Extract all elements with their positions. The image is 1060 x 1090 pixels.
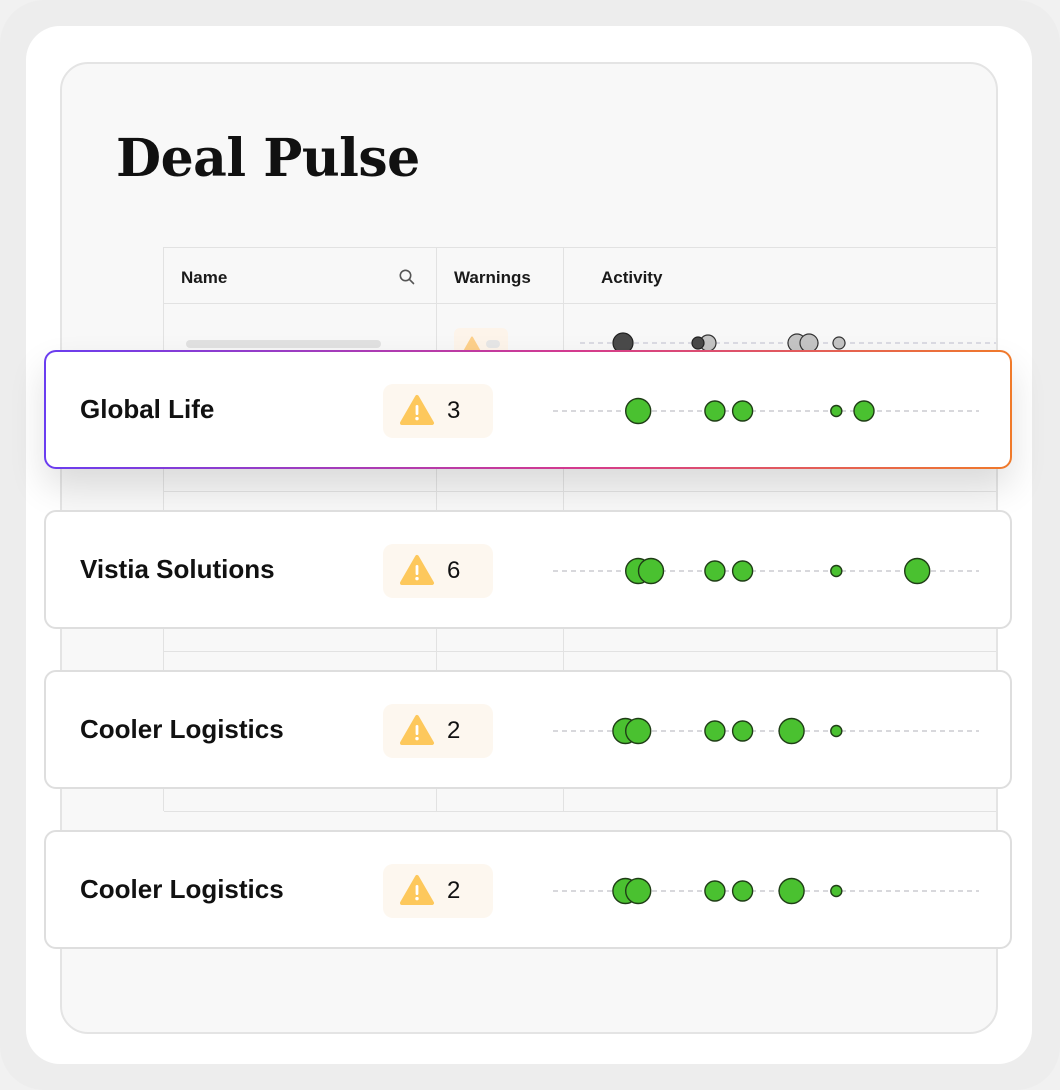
activity-dot[interactable] (830, 404, 843, 418)
activity-dot[interactable] (731, 720, 754, 742)
activity-dot[interactable] (830, 724, 843, 738)
deal-card[interactable]: Cooler Logistics 2 (44, 830, 1012, 949)
activity-dot[interactable] (637, 557, 665, 585)
activity-dot[interactable] (731, 560, 754, 582)
column-header-name[interactable]: Name (181, 268, 227, 288)
search-icon[interactable] (398, 268, 416, 286)
warning-icon (400, 715, 434, 745)
deal-name[interactable]: Cooler Logistics (80, 832, 284, 947)
activity-dot[interactable] (731, 880, 754, 902)
column-header-warnings[interactable]: Warnings (454, 268, 531, 288)
activity-dot (832, 336, 846, 350)
deal-name[interactable]: Global Life (80, 352, 214, 467)
warning-badge[interactable]: 2 (383, 864, 493, 918)
activity-dot[interactable] (904, 557, 931, 585)
deal-name[interactable]: Vistia Solutions (80, 512, 275, 627)
warning-badge[interactable]: 2 (383, 704, 493, 758)
activity-dot[interactable] (624, 397, 652, 425)
activity-dot[interactable] (853, 400, 875, 422)
warning-icon (400, 875, 434, 905)
warning-count: 3 (447, 397, 461, 424)
activity-dot[interactable] (704, 880, 726, 902)
warning-badge[interactable]: 3 (383, 384, 493, 438)
activity-track (553, 397, 979, 425)
deal-card[interactable]: Vistia Solutions 6 (44, 510, 1012, 629)
deal-name[interactable]: Cooler Logistics (80, 672, 284, 787)
activity-dot[interactable] (778, 717, 805, 745)
activity-dot[interactable] (704, 560, 726, 582)
deal-card[interactable]: Global Life 3 (44, 350, 1012, 469)
warning-count: 6 (447, 557, 461, 584)
activity-dot[interactable] (704, 720, 726, 742)
warning-icon (400, 395, 434, 425)
warning-count: 2 (447, 877, 461, 904)
column-header-activity[interactable]: Activity (601, 268, 662, 288)
activity-track (553, 557, 979, 585)
skeleton-name-placeholder (186, 340, 381, 348)
activity-track (553, 717, 979, 745)
activity-dot[interactable] (778, 877, 805, 905)
activity-dot[interactable] (830, 884, 843, 898)
warning-badge[interactable]: 6 (383, 544, 493, 598)
activity-dot[interactable] (704, 400, 726, 422)
activity-dot[interactable] (731, 400, 754, 422)
warning-count: 2 (447, 717, 461, 744)
activity-dot[interactable] (830, 564, 843, 578)
deal-card[interactable]: Cooler Logistics 2 (44, 670, 1012, 789)
activity-dot[interactable] (624, 717, 652, 745)
activity-dot (691, 336, 705, 350)
activity-dot[interactable] (624, 877, 652, 905)
warning-icon (400, 555, 434, 585)
activity-track (553, 877, 979, 905)
page-title: Deal Pulse (116, 128, 420, 189)
